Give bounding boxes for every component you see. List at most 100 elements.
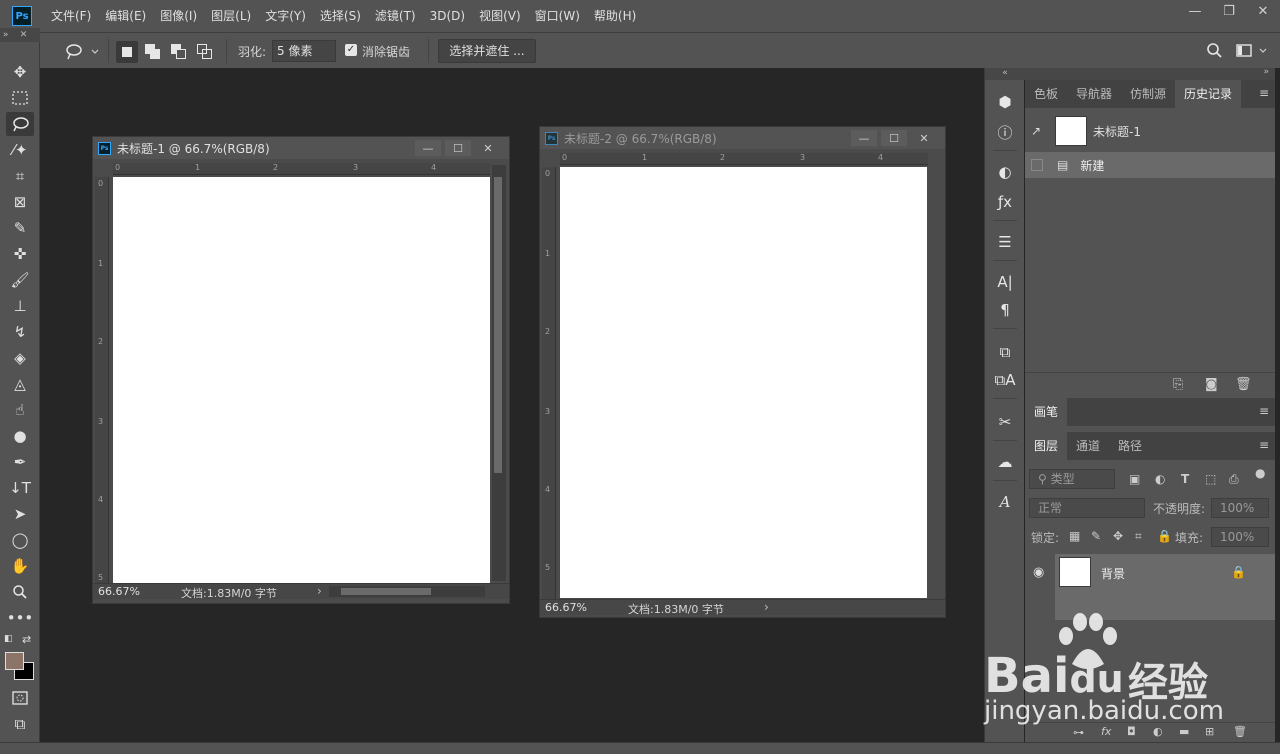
- minimize-icon[interactable]: —: [1178, 0, 1212, 22]
- close-icon[interactable]: ✕: [475, 140, 501, 156]
- chevron-right-icon[interactable]: ›: [764, 600, 769, 614]
- restore-icon[interactable]: ☐: [445, 140, 471, 156]
- zoom-level[interactable]: 66.67%: [545, 601, 587, 614]
- document-info[interactable]: 文档:1.83M/0 字节: [181, 585, 277, 601]
- document-title-bar[interactable]: Ps 未标题-2 @ 66.7%(RGB/8) — ☐ ✕: [540, 127, 945, 149]
- hand-tool-icon[interactable]: ✋: [6, 554, 34, 578]
- crop-tool-icon[interactable]: ⌗: [6, 164, 34, 188]
- close-icon[interactable]: ✕: [1246, 0, 1280, 22]
- panel-menu-icon[interactable]: ≡: [1259, 438, 1269, 452]
- document-window-2[interactable]: Ps 未标题-2 @ 66.7%(RGB/8) — ☐ ✕ 0 1 2 3 4 …: [539, 126, 946, 618]
- menu-edit[interactable]: 编辑(E): [98, 0, 153, 32]
- character-icon[interactable]: A|: [992, 270, 1018, 294]
- brush-settings-icon[interactable]: ☰: [992, 230, 1018, 254]
- layer-filter-select[interactable]: ⚲ 类型: [1029, 469, 1115, 489]
- magic-wand-tool-icon[interactable]: ⁄✦: [6, 138, 34, 162]
- close-icon[interactable]: ✕: [911, 130, 937, 146]
- lock-image-icon[interactable]: ✎: [1091, 529, 1101, 543]
- panel-menu-icon[interactable]: ≡: [1259, 86, 1269, 100]
- character-styles-icon[interactable]: ⧉A: [992, 368, 1018, 392]
- menu-window[interactable]: 窗口(W): [528, 0, 587, 32]
- dock-collapse[interactable]: «: [985, 68, 1025, 80]
- paragraph-styles-icon[interactable]: ⧉: [992, 340, 1018, 364]
- lasso-preset-icon[interactable]: [62, 41, 102, 63]
- subtract-selection-icon[interactable]: [168, 41, 190, 63]
- restore-icon[interactable]: ❐: [1212, 0, 1246, 22]
- paint-bucket-tool-icon[interactable]: ◬: [6, 372, 34, 396]
- smart-object-filter-icon[interactable]: ⎙: [1229, 472, 1239, 487]
- menu-help[interactable]: 帮助(H): [587, 0, 643, 32]
- fill-input[interactable]: 100%: [1211, 527, 1269, 547]
- filter-toggle-icon[interactable]: ●: [1255, 466, 1265, 480]
- canvas[interactable]: [560, 167, 927, 598]
- lasso-tool-icon[interactable]: [6, 112, 34, 136]
- lock-transparent-icon[interactable]: ▦: [1069, 529, 1080, 543]
- screen-mode-icon[interactable]: ⧉: [6, 712, 34, 736]
- history-brush-tool-icon[interactable]: ↯: [6, 320, 34, 344]
- default-colors-icon[interactable]: ◧: [4, 634, 13, 644]
- adjustment-filter-icon[interactable]: ◐: [1155, 472, 1165, 486]
- feather-input[interactable]: 5 像素: [272, 40, 336, 62]
- add-selection-icon[interactable]: [142, 41, 164, 63]
- quick-mask-icon[interactable]: [6, 686, 34, 710]
- healing-brush-tool-icon[interactable]: ✜: [6, 242, 34, 266]
- chevron-right-icon[interactable]: ›: [317, 584, 322, 598]
- swap-colors-icon[interactable]: ⇄: [22, 633, 31, 646]
- search-icon[interactable]: [1206, 42, 1224, 60]
- panel-menu-icon[interactable]: ≡: [1259, 404, 1269, 418]
- restore-icon[interactable]: ☐: [881, 130, 907, 146]
- trash-icon[interactable]: 🗑: [1235, 377, 1252, 392]
- workspace-icon[interactable]: [1236, 42, 1272, 60]
- history-snapshot[interactable]: ↗ 未标题-1: [1025, 114, 1275, 148]
- panel-collapse-bar[interactable]: »: [1025, 67, 1275, 80]
- tab-channels[interactable]: 通道: [1067, 432, 1109, 460]
- menu-view[interactable]: 视图(V): [472, 0, 528, 32]
- lock-position-icon[interactable]: ✥: [1113, 529, 1123, 543]
- ellipse-tool-icon[interactable]: ◯: [6, 528, 34, 552]
- camera-icon[interactable]: ◙: [1205, 377, 1218, 392]
- new-document-from-state-icon[interactable]: ⎘: [1173, 377, 1183, 392]
- scrollbar-thumb[interactable]: [341, 588, 431, 595]
- tab-swatches[interactable]: 色板: [1025, 80, 1067, 108]
- visibility-eye-icon[interactable]: ◉: [1033, 565, 1044, 580]
- horizontal-scrollbar[interactable]: [329, 586, 485, 597]
- eyedropper-tool-icon[interactable]: ✎: [6, 216, 34, 240]
- glyphs-icon[interactable]: A: [992, 490, 1018, 514]
- tab-clone-source[interactable]: 仿制源: [1121, 80, 1175, 108]
- menu-filter[interactable]: 滤镜(T): [368, 0, 423, 32]
- toolbar-collapse[interactable]: » ✕: [0, 28, 40, 42]
- minimize-icon[interactable]: —: [851, 130, 877, 146]
- document-info[interactable]: 文档:1.83M/0 字节: [628, 601, 724, 617]
- tab-history[interactable]: 历史记录: [1175, 80, 1242, 108]
- pixel-filter-icon[interactable]: ▣: [1129, 472, 1140, 486]
- document-title-bar[interactable]: Ps 未标题-1 @ 66.7%(RGB/8) — ☐ ✕: [93, 137, 509, 159]
- lock-all-icon[interactable]: 🔒: [1157, 529, 1172, 543]
- sponge-tool-icon[interactable]: ●: [6, 424, 34, 448]
- info-icon[interactable]: ⓘ: [992, 120, 1018, 144]
- tab-brushes[interactable]: 画笔: [1025, 398, 1068, 426]
- menu-layer[interactable]: 图层(L): [204, 0, 258, 32]
- menu-type[interactable]: 文字(Y): [258, 0, 313, 32]
- frame-tool-icon[interactable]: ⊠: [6, 190, 34, 214]
- history-brush-source-icon[interactable]: ↗: [1031, 124, 1053, 138]
- new-selection-icon[interactable]: [116, 41, 138, 63]
- foreground-color-swatch[interactable]: [5, 652, 24, 670]
- libraries-icon[interactable]: ☁: [992, 450, 1018, 474]
- type-filter-icon[interactable]: T: [1181, 472, 1189, 486]
- more-tools-icon[interactable]: •••: [6, 606, 34, 630]
- marquee-tool-icon[interactable]: [6, 86, 34, 110]
- canvas[interactable]: [113, 177, 490, 583]
- type-tool-icon[interactable]: ↓T: [6, 476, 34, 500]
- antialias-checkbox[interactable]: ✓: [345, 44, 357, 56]
- eraser-tool-icon[interactable]: ◈: [6, 346, 34, 370]
- smudge-tool-icon[interactable]: ☝: [6, 398, 34, 422]
- opacity-input[interactable]: 100%: [1211, 498, 1269, 518]
- menu-3d[interactable]: 3D(D): [423, 0, 472, 32]
- tool-presets-icon[interactable]: ✂: [992, 410, 1018, 434]
- brush-tool-icon[interactable]: 🖌: [6, 268, 34, 292]
- styles-icon[interactable]: ƒx: [992, 190, 1018, 214]
- document-window-1[interactable]: Ps 未标题-1 @ 66.7%(RGB/8) — ☐ ✕ 0 1 2 3 4 …: [92, 136, 510, 604]
- lock-artboard-icon[interactable]: ⌗: [1135, 529, 1142, 544]
- scrollbar-thumb[interactable]: [494, 177, 502, 473]
- 3d-icon[interactable]: ⬢: [992, 90, 1018, 114]
